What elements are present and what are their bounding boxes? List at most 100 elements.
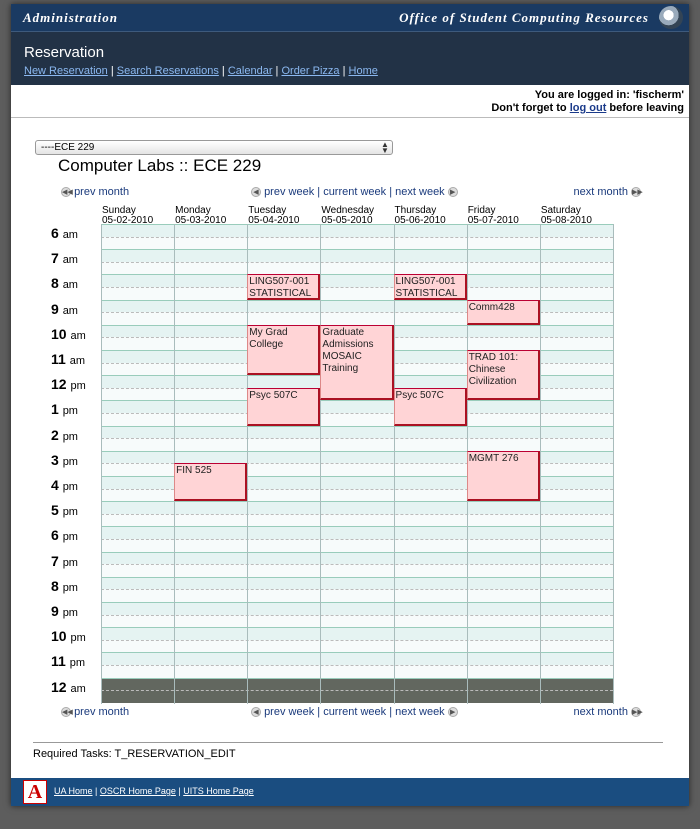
hour-label: 3 pm <box>51 452 99 468</box>
prev-week-icon[interactable]: ◀ <box>251 707 261 718</box>
login-status: You are logged in: 'fischerm' Don't forg… <box>491 89 684 115</box>
hour-label: 5 pm <box>51 502 99 518</box>
reservation-event[interactable]: Psyc 507C <box>393 387 467 426</box>
nav-calendar[interactable]: Calendar <box>228 65 273 77</box>
time-slot[interactable] <box>101 677 613 691</box>
hour-ampm: pm <box>62 405 78 418</box>
time-slot[interactable] <box>101 526 613 539</box>
page-title: Reservation <box>24 44 105 61</box>
time-slot[interactable] <box>101 576 613 590</box>
hour-label: 1 pm <box>51 401 99 417</box>
hour-ampm: am <box>62 279 78 292</box>
time-slot[interactable] <box>101 438 613 451</box>
prev-week-link[interactable]: prev week <box>264 706 314 718</box>
next-week-icon[interactable]: ▶ <box>447 707 458 718</box>
time-slot[interactable] <box>101 425 613 439</box>
hour-label: 4 pm <box>51 477 99 493</box>
next-month-icon[interactable]: ▶▶ <box>631 707 643 718</box>
footer-oscr-home[interactable]: OSCR Home Page <box>100 786 176 796</box>
time-slot[interactable] <box>101 602 613 615</box>
time-slot[interactable] <box>101 400 613 413</box>
time-slot[interactable] <box>101 224 613 237</box>
reservation-event[interactable]: Comm428 <box>466 299 540 325</box>
reservation-event[interactable]: My Grad College <box>247 324 321 376</box>
current-week-link[interactable]: current week <box>323 706 386 718</box>
footer-ua-home[interactable]: UA Home <box>54 786 93 796</box>
hour-ampm: pm <box>70 632 86 645</box>
nav-search-reservations[interactable]: Search Reservations <box>117 65 219 77</box>
logout-link[interactable]: log out <box>570 102 607 114</box>
hour-number: 12 <box>51 678 67 695</box>
time-slot[interactable] <box>101 236 613 250</box>
next-week-link[interactable]: next week <box>395 186 445 198</box>
time-slot[interactable] <box>101 274 613 287</box>
nav-new-reservation[interactable]: New Reservation <box>24 65 108 77</box>
time-slot[interactable] <box>101 501 613 514</box>
nav-home[interactable]: Home <box>349 65 378 77</box>
hour-number: 5 <box>51 502 59 519</box>
hour-number: 2 <box>51 426 59 443</box>
next-month-link[interactable]: next month <box>574 706 628 718</box>
next-month-link[interactable]: next month <box>574 186 628 198</box>
time-slot[interactable] <box>101 287 613 300</box>
time-slot[interactable] <box>101 639 613 653</box>
prev-month-link[interactable]: prev month <box>74 186 129 198</box>
lab-select[interactable]: ----ECE 229 ▲ ▼ <box>35 140 393 155</box>
time-slot[interactable] <box>101 539 613 552</box>
time-slot[interactable] <box>101 551 613 565</box>
half-hour-line <box>101 261 613 263</box>
prev-month-link[interactable]: prev month <box>74 706 129 718</box>
time-slot[interactable] <box>101 690 613 703</box>
week-nav-top: ◀◀ prev month ◀ prev week | current week… <box>61 186 643 198</box>
reservation-event[interactable]: LING507-001 STATISTICAL ANLYS/LING <box>393 274 467 300</box>
prev-week-link[interactable]: prev week <box>264 186 314 198</box>
prev-month-icon[interactable]: ◀◀ <box>61 707 73 718</box>
time-slot[interactable] <box>101 665 613 678</box>
hour-ampm: pm <box>62 430 78 443</box>
time-slot[interactable] <box>101 249 613 262</box>
hour-label: 10 am <box>51 326 99 342</box>
day-header: Thursday 05-06-2010 <box>395 206 446 226</box>
hour-number: 10 <box>51 325 67 342</box>
hour-line <box>101 501 613 503</box>
next-week-link[interactable]: next week <box>395 706 445 718</box>
divider <box>11 117 689 118</box>
reservation-event[interactable]: Graduate Admissions MOSAIC Training <box>320 324 394 401</box>
time-slot[interactable] <box>101 652 613 665</box>
time-slot[interactable] <box>101 614 613 628</box>
footer-uits-home[interactable]: UITS Home Page <box>183 786 254 796</box>
next-week-icon[interactable]: ▶ <box>447 187 458 198</box>
hour-ampm: am <box>70 682 86 695</box>
reservation-event[interactable]: FIN 525 <box>174 463 248 502</box>
prev-week-icon[interactable]: ◀ <box>251 187 261 198</box>
current-week-link[interactable]: current week <box>323 186 386 198</box>
day-header: Sunday 05-02-2010 <box>102 206 153 226</box>
hour-label: 6 am <box>51 225 99 241</box>
reservation-event[interactable]: Psyc 507C <box>247 387 321 426</box>
hour-ampm: pm <box>62 506 78 519</box>
ua-logo-icon[interactable]: A <box>23 780 47 804</box>
time-slot[interactable] <box>101 627 613 640</box>
time-slot[interactable] <box>101 413 613 426</box>
main-nav: New Reservation | Search Reservations | … <box>24 65 378 77</box>
page-frame: Administration Office of Student Computi… <box>11 4 689 806</box>
prev-month-icon[interactable]: ◀◀ <box>61 187 73 198</box>
hour-line <box>101 400 613 402</box>
time-slot[interactable] <box>101 589 613 602</box>
time-slot[interactable] <box>101 564 613 577</box>
half-hour-line <box>101 614 613 616</box>
time-slot[interactable] <box>101 513 613 527</box>
reservation-event[interactable]: LING507-001 STATISTICAL ANLYS/LING <box>247 274 321 300</box>
calendar-grid: LING507-001 STATISTICAL ANLYS/LING LING50… <box>101 224 614 704</box>
reservation-event[interactable]: MGMT 276 <box>466 450 540 502</box>
next-month-icon[interactable]: ▶▶ <box>631 187 643 198</box>
hour-number: 11 <box>51 351 66 367</box>
hour-number: 9 <box>51 300 59 317</box>
reservation-event[interactable]: TRAD 101: Chinese Civilization <box>466 350 540 401</box>
half-hour-line <box>101 287 613 288</box>
hour-line <box>101 652 613 654</box>
hour-ampm: pm <box>62 531 78 544</box>
nav-order-pizza[interactable]: Order Pizza <box>281 65 339 77</box>
time-slot[interactable] <box>101 261 613 275</box>
hour-number: 11 <box>51 653 66 670</box>
